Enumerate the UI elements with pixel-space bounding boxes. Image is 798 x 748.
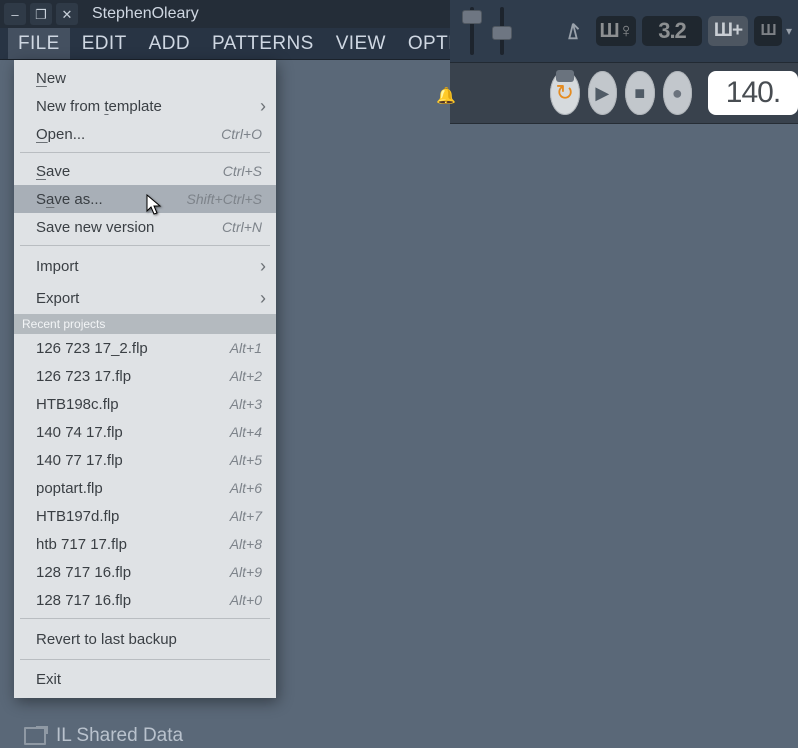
file-menu-item[interactable]: Export: [14, 282, 276, 314]
menu-item-shortcut: Alt+8: [230, 536, 262, 552]
file-menu-item[interactable]: Import: [14, 250, 276, 282]
pitch-slider[interactable]: [490, 2, 514, 60]
menu-item-shortcut: Shift+Ctrl+S: [187, 191, 262, 207]
play-button[interactable]: ▶: [588, 71, 618, 115]
snap-plus-button[interactable]: Ш+: [708, 16, 748, 46]
beat-display[interactable]: 3.2: [642, 16, 702, 46]
file-menu-item[interactable]: Save new version Ctrl+N: [14, 213, 276, 241]
menu-item-label: New from template: [36, 98, 262, 115]
recent-project-item[interactable]: 128 717 16.flp Alt+9: [14, 558, 276, 586]
menu-separator: [20, 152, 270, 153]
recent-project-item[interactable]: 140 74 17.flp Alt+4: [14, 418, 276, 446]
close-icon[interactable]: ✕: [56, 3, 78, 25]
file-menu-item[interactable]: Exit: [14, 664, 276, 694]
recent-project-item[interactable]: poptart.flp Alt+6: [14, 474, 276, 502]
menu-item-label: Export: [36, 290, 262, 307]
menu-item-label: 140 77 17.flp: [36, 452, 230, 469]
hint-bell-icon[interactable]: 🔔: [436, 86, 450, 100]
file-menu-item[interactable]: Save Ctrl+S: [14, 157, 276, 185]
tempo-display[interactable]: 140.: [708, 71, 798, 115]
menu-item-label: Save new version: [36, 219, 222, 236]
menu-item-label: htb 717 17.flp: [36, 536, 230, 553]
menu-item-shortcut: Ctrl+O: [221, 126, 262, 142]
help-lcd[interactable]: Ш: [754, 16, 782, 46]
menu-view[interactable]: VIEW: [326, 28, 396, 59]
menu-edit[interactable]: EDIT: [72, 28, 137, 59]
menu-item-shortcut: Alt+4: [230, 424, 262, 440]
menu-item-shortcut: Alt+7: [230, 508, 262, 524]
shared-label: IL Shared Data: [56, 725, 183, 747]
recent-project-item[interactable]: HTB198c.flp Alt+3: [14, 390, 276, 418]
recent-project-item[interactable]: HTB197d.flp Alt+7: [14, 502, 276, 530]
menu-item-shortcut: Alt+5: [230, 452, 262, 468]
menu-item-label: Save as...: [36, 191, 187, 208]
menu-item-shortcut: Alt+1: [230, 340, 262, 356]
menu-separator: [20, 618, 270, 619]
file-menu-item[interactable]: Save as... Shift+Ctrl+S: [14, 185, 276, 213]
menu-item-shortcut: Alt+3: [230, 396, 262, 412]
record-button[interactable]: ●: [663, 71, 693, 115]
snap-display[interactable]: Ш♀: [596, 16, 636, 46]
menu-item-label: 128 717 16.flp: [36, 564, 230, 581]
menu-item-label: HTB197d.flp: [36, 508, 230, 525]
transport-bar: ↻ ▶ ■ ● 140.: [450, 63, 798, 124]
file-menu-popup: New New from template Open... Ctrl+O Sav…: [14, 60, 276, 698]
recent-project-item[interactable]: 126 723 17_2.flp Alt+1: [14, 334, 276, 362]
menu-item-label: Exit: [36, 671, 262, 688]
song-position-thumb[interactable]: [556, 70, 574, 82]
menu-item-shortcut: Ctrl+N: [222, 219, 262, 235]
metronome-icon[interactable]: [556, 16, 590, 46]
menu-item-shortcut: Alt+0: [230, 592, 262, 608]
menu-item-label: Save: [36, 163, 223, 180]
toolbar-caret-icon[interactable]: ▾: [786, 24, 792, 38]
menu-item-label: Revert to last backup: [36, 631, 262, 648]
menu-patterns[interactable]: PATTERNS: [202, 28, 324, 59]
file-menu-item[interactable]: Revert to last backup: [14, 623, 276, 655]
file-menu-item[interactable]: New: [14, 64, 276, 92]
menu-separator: [20, 659, 270, 660]
menu-item-label: 140 74 17.flp: [36, 424, 230, 441]
recent-project-item[interactable]: 128 717 16.flp Alt+0: [14, 586, 276, 614]
menu-item-shortcut: Ctrl+S: [223, 163, 262, 179]
minimize-icon[interactable]: ‒: [4, 3, 26, 25]
menu-item-shortcut: Alt+9: [230, 564, 262, 580]
menu-file[interactable]: FILE: [8, 28, 70, 59]
recent-projects-header: Recent projects: [14, 314, 276, 334]
top-toolbar: Ш♀ 3.2 Ш+ Ш ▾: [450, 0, 798, 63]
recent-project-item[interactable]: 140 77 17.flp Alt+5: [14, 446, 276, 474]
recent-project-item[interactable]: htb 717 17.flp Alt+8: [14, 530, 276, 558]
menu-item-label: 126 723 17.flp: [36, 368, 230, 385]
recent-project-item[interactable]: 126 723 17.flp Alt+2: [14, 362, 276, 390]
menu-item-shortcut: Alt+2: [230, 368, 262, 384]
menu-item-shortcut: Alt+6: [230, 480, 262, 496]
menu-item-label: Import: [36, 258, 262, 275]
folder-icon: [24, 727, 46, 745]
menu-item-label: poptart.flp: [36, 480, 230, 497]
menu-add[interactable]: ADD: [139, 28, 200, 59]
file-menu-item[interactable]: Open... Ctrl+O: [14, 120, 276, 148]
browser-shared-data[interactable]: IL Shared Data: [24, 725, 183, 747]
maximize-icon[interactable]: ❐: [30, 3, 52, 25]
volume-slider[interactable]: [460, 2, 484, 60]
menu-item-label: HTB198c.flp: [36, 396, 230, 413]
menu-item-label: 126 723 17_2.flp: [36, 340, 230, 357]
menu-separator: [20, 245, 270, 246]
menu-item-label: 128 717 16.flp: [36, 592, 230, 609]
menu-item-label: New: [36, 70, 262, 87]
stop-button[interactable]: ■: [625, 71, 655, 115]
file-menu-item[interactable]: New from template: [14, 92, 276, 120]
menu-item-label: Open...: [36, 126, 221, 143]
window-title: StephenOleary: [92, 5, 199, 23]
